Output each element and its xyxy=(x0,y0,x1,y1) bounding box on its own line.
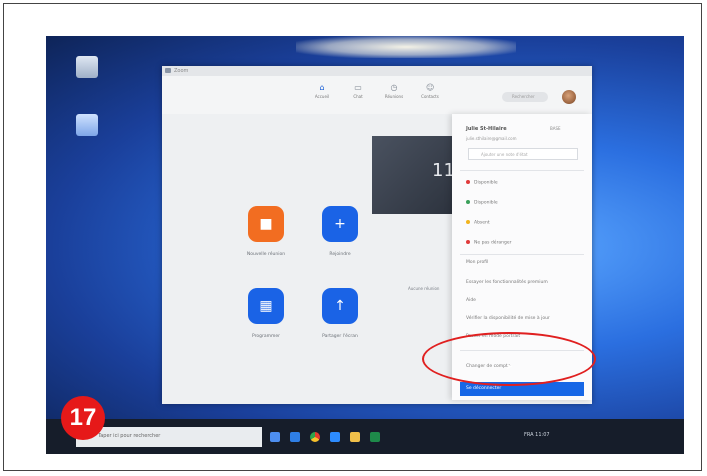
top-nav: ⌂ Accueil ▭ Chat ◷ Réunions ☺ Contacts R… xyxy=(162,76,592,114)
calendar-icon: ▦ xyxy=(259,298,273,314)
status-label: Disponible xyxy=(474,180,498,186)
menu-item-help[interactable]: Aide xyxy=(466,298,476,303)
menu-status-3[interactable]: Ne pas déranger xyxy=(466,240,512,246)
menu-status-2[interactable]: Absent xyxy=(466,220,490,226)
recycle-bin-icon[interactable] xyxy=(76,56,98,78)
system-tray[interactable]: FRA 11:07 xyxy=(524,432,550,438)
title-bar: Zoom xyxy=(162,66,592,76)
plus-icon: + xyxy=(334,216,346,232)
nav-contacts[interactable]: ☺ Contacts xyxy=(412,82,448,110)
nav-home[interactable]: ⌂ Accueil xyxy=(304,82,340,110)
search-input[interactable]: Rechercher xyxy=(502,92,548,102)
avatar[interactable] xyxy=(562,90,576,104)
contacts-icon: ☺ xyxy=(426,83,435,92)
task-view-icon[interactable] xyxy=(270,432,280,442)
taskbar-search-input[interactable]: Taper ici pour rechercher xyxy=(76,427,262,447)
profile-name: Julie St-Hilaire xyxy=(466,126,507,132)
status-dot-icon xyxy=(466,220,470,224)
zoom-taskbar-icon[interactable] xyxy=(330,432,340,442)
zoom-logo-icon xyxy=(165,68,171,73)
menu-divider xyxy=(460,254,584,255)
new-meeting-button[interactable]: ■ xyxy=(248,206,284,242)
sign-out-label: Se déconnecter xyxy=(466,386,502,391)
photo-frame: Zoom ⌂ Accueil ▭ Chat ◷ Réunions ☺ Conta… xyxy=(3,3,702,471)
nav-chat-label: Chat xyxy=(353,94,363,99)
chrome-icon[interactable] xyxy=(310,432,320,442)
plan-badge: BASE xyxy=(550,126,561,131)
menu-item-premium[interactable]: Essayer les fonctionnalités premium xyxy=(466,280,548,285)
clock-icon: ◷ xyxy=(390,83,398,92)
menu-item-profile[interactable]: Mon profil xyxy=(466,260,488,265)
schedule-label: Programmer xyxy=(252,334,280,339)
edge-icon[interactable] xyxy=(290,432,300,442)
status-note-input[interactable]: Ajouter une note d'état xyxy=(468,148,578,160)
nav-home-label: Accueil xyxy=(314,94,330,99)
share-screen-button[interactable]: ↑ xyxy=(322,288,358,324)
excel-icon[interactable] xyxy=(370,432,380,442)
taskbar: Taper ici pour rechercher FRA 11:07 xyxy=(46,419,684,454)
status-dot-icon xyxy=(466,200,470,204)
status-dot-icon xyxy=(466,240,470,244)
desktop: Zoom ⌂ Accueil ▭ Chat ◷ Réunions ☺ Conta… xyxy=(46,36,684,419)
nav-chat[interactable]: ▭ Chat xyxy=(340,82,376,110)
nav-meetings-label: Réunions xyxy=(384,94,404,99)
no-meeting-text: Aucune réunion xyxy=(408,286,440,291)
taskbar-search-placeholder: Taper ici pour rechercher xyxy=(98,433,161,439)
step-number-badge: 17 xyxy=(61,396,105,440)
profile-email: julie.sthilaire@gmail.com xyxy=(466,136,517,141)
window-title: Zoom xyxy=(174,68,189,74)
schedule-button[interactable]: ▦ xyxy=(248,288,284,324)
nav-contacts-label: Contacts xyxy=(421,94,439,99)
menu-item-updates[interactable]: Vérifier la disponibilité de mise à jour xyxy=(466,316,550,321)
join-label: Rejoindre xyxy=(329,252,351,257)
highlight-ellipse xyxy=(422,332,596,386)
new-meeting-label: Nouvelle réunion xyxy=(246,252,286,257)
status-dot-icon xyxy=(466,180,470,184)
video-camera-icon: ■ xyxy=(259,216,273,232)
share-screen-icon: ↑ xyxy=(334,298,346,314)
nav-meetings[interactable]: ◷ Réunions xyxy=(376,82,412,110)
folder-icon[interactable] xyxy=(350,432,360,442)
status-label: Absent xyxy=(474,220,490,226)
status-label: Ne pas déranger xyxy=(474,240,512,246)
status-label: Disponible xyxy=(474,200,498,206)
menu-divider xyxy=(460,170,584,171)
home-icon: ⌂ xyxy=(319,83,325,92)
screen-glare xyxy=(296,36,516,58)
menu-status-1[interactable]: Disponible xyxy=(466,200,498,206)
chat-icon: ▭ xyxy=(354,83,362,92)
menu-status-0[interactable]: Disponible xyxy=(466,180,498,186)
join-button[interactable]: + xyxy=(322,206,358,242)
share-screen-label: Partager l'écran xyxy=(322,334,358,339)
monitor-screen: Zoom ⌂ Accueil ▭ Chat ◷ Réunions ☺ Conta… xyxy=(46,36,684,454)
zoom-desktop-icon[interactable] xyxy=(76,114,98,136)
